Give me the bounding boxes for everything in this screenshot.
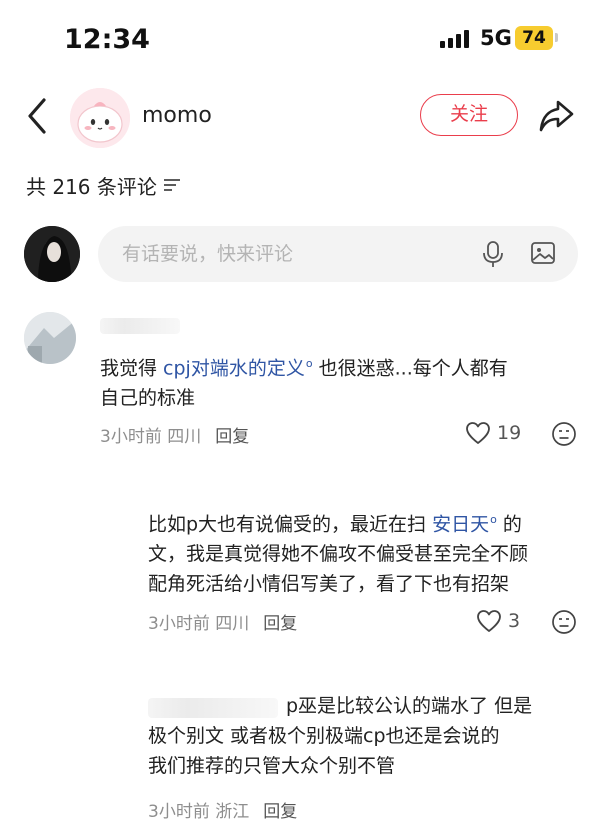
comment-input-box[interactable] bbox=[98, 226, 578, 282]
dislike-icon[interactable] bbox=[551, 609, 577, 635]
comment-time: 3小时前 bbox=[148, 802, 210, 822]
back-icon[interactable] bbox=[22, 94, 56, 138]
comment-text-part: 我觉得 bbox=[100, 357, 164, 380]
comment-text-part: 我们推荐的只管大众个别不管 bbox=[148, 755, 396, 777]
reply-button[interactable]: 回复 bbox=[263, 609, 297, 634]
image-icon[interactable] bbox=[530, 240, 556, 266]
avatar[interactable] bbox=[70, 88, 130, 148]
like-count: 3 bbox=[508, 610, 521, 632]
comment-count: 共 216 条评论 bbox=[26, 174, 157, 199]
commenter-name-blurred bbox=[100, 318, 180, 334]
search-link-icon[interactable]: o bbox=[490, 513, 497, 526]
comment-text-part: 极个别文 或者极个别极端cp也还是会说的 bbox=[148, 725, 500, 747]
like-button[interactable]: 19 bbox=[465, 421, 521, 445]
battery-tip bbox=[555, 33, 558, 42]
battery-icon: 74 bbox=[515, 26, 553, 50]
follow-button[interactable]: 关注 bbox=[420, 94, 518, 136]
heart-icon bbox=[477, 610, 501, 632]
reply-button[interactable]: 回复 bbox=[215, 422, 249, 447]
comment-count-row[interactable]: 共 216 条评论 bbox=[26, 170, 181, 200]
user-photo-icon bbox=[24, 226, 80, 282]
comment-input[interactable] bbox=[122, 226, 462, 282]
like-count: 19 bbox=[497, 422, 522, 444]
profile-header: momo 关注 bbox=[0, 78, 600, 158]
comment-time: 3小时前 bbox=[100, 427, 162, 447]
status-time: 12:34 bbox=[64, 24, 150, 55]
comment-text-part: 自己的标准 bbox=[100, 387, 196, 410]
microphone-icon[interactable] bbox=[482, 240, 504, 268]
current-user-avatar[interactable] bbox=[24, 226, 80, 282]
commenter-avatar[interactable] bbox=[24, 312, 76, 364]
comment-text-part: 文，我是真觉得她不偏攻不偏受甚至完全不顾 bbox=[148, 543, 529, 566]
comment-text: 我觉得 cpj对端水的定义o 也很迷惑...每个人都有 自己的标准 bbox=[100, 349, 570, 413]
comment-text-part: p巫是比较公认的端水了 但是 bbox=[286, 695, 533, 717]
like-button[interactable]: 3 bbox=[476, 609, 520, 633]
signal-icon bbox=[440, 30, 469, 48]
comment-text-part: 比如p大也有说偏受的，最近在扫 bbox=[148, 513, 433, 536]
comment-location: 四川 bbox=[215, 614, 250, 634]
commenter-photo-icon bbox=[24, 312, 76, 364]
comment-time: 3小时前 bbox=[148, 614, 210, 634]
comment-meta: 3小时前 四川 回复 bbox=[148, 609, 297, 634]
comment-meta: 3小时前 四川 回复 bbox=[100, 422, 249, 447]
comment-meta: 3小时前 浙江 回复 bbox=[148, 797, 297, 822]
comment-text: p巫是比较公认的端水了 但是 极个别文 或者极个别极端cp也还是会说的 我们推荐… bbox=[148, 691, 588, 781]
dislike-icon[interactable] bbox=[551, 421, 577, 447]
network-type: 5G bbox=[480, 26, 512, 50]
momo-avatar-icon bbox=[70, 88, 130, 148]
comment-location: 浙江 bbox=[215, 802, 250, 822]
comment-text: 比如p大也有说偏受的，最近在扫 安日天o 的 文，我是真觉得她不偏攻不偏受甚至完… bbox=[148, 505, 588, 599]
status-bar: 12:34 5G 74 bbox=[0, 0, 600, 78]
sort-icon[interactable] bbox=[163, 177, 181, 193]
username[interactable]: momo bbox=[142, 103, 212, 128]
heart-icon bbox=[466, 422, 490, 444]
search-link[interactable]: cpj对端水的定义 bbox=[163, 357, 305, 379]
comment-text-part: 的 bbox=[496, 513, 522, 536]
share-icon[interactable] bbox=[536, 96, 576, 136]
comment-text-part: 也很迷惑...每个人都有 bbox=[312, 357, 508, 380]
comment-text-part: 配角死活给小情侣写美了，看了下也有招架 bbox=[148, 573, 510, 596]
comment-location: 四川 bbox=[167, 427, 202, 447]
search-link-icon[interactable]: o bbox=[306, 357, 313, 370]
reply-button[interactable]: 回复 bbox=[263, 797, 297, 822]
search-link[interactable]: 安日天 bbox=[432, 513, 489, 535]
